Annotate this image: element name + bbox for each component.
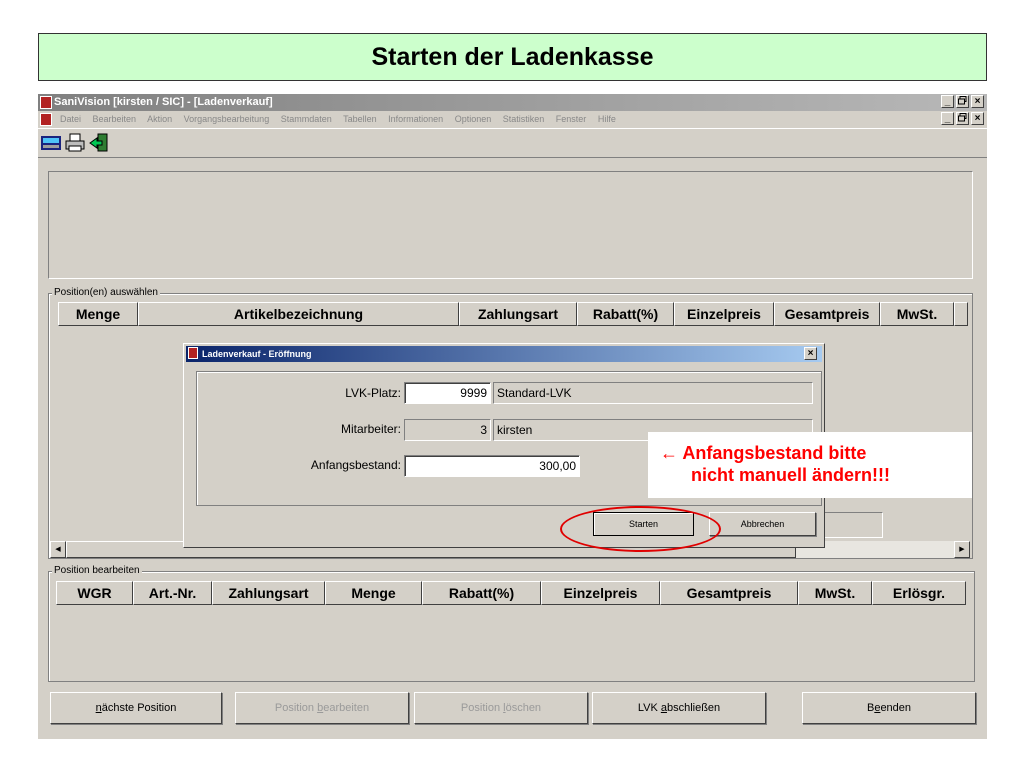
scroll-left-button[interactable]: ◀	[50, 541, 66, 558]
highlight-oval	[560, 506, 721, 552]
toolbar	[38, 128, 987, 158]
annotation-callout: ← Anfangsbestand bitte nicht manuell änd…	[648, 432, 972, 498]
employee-label: Mitarbeiter:	[340, 422, 401, 436]
menu-stammdaten[interactable]: Stammdaten	[281, 114, 332, 124]
window-title: SaniVision [kirsten / SIC] - [Ladenverka…	[54, 96, 273, 108]
col-gesamtpreis[interactable]: Gesamtpreis	[774, 302, 880, 326]
col-zahlungsart-edit[interactable]: Zahlungsart	[212, 581, 325, 605]
scroll-right-button[interactable]: ▶	[954, 541, 970, 558]
menu-statistiken[interactable]: Statistiken	[503, 114, 545, 124]
doc-close-button[interactable]: ×	[971, 112, 984, 125]
menu-vorgangsbearbeitung[interactable]: Vorgangsbearbeitung	[184, 114, 270, 124]
cancel-button[interactable]: Abbrechen	[709, 512, 816, 536]
col-rabatt-edit[interactable]: Rabatt(%)	[422, 581, 541, 605]
close-lvk-button[interactable]: LVK abschließen	[592, 692, 766, 724]
print-button[interactable]	[64, 133, 86, 153]
dialog-titlebar[interactable]: Ladenverkauf - Eröffnung	[186, 346, 822, 362]
dialog-close-button[interactable]: ×	[804, 347, 817, 360]
app-window: SaniVision [kirsten / SIC] - [Ladenverka…	[38, 94, 987, 739]
opening-balance-label: Anfangsbestand:	[310, 458, 401, 472]
lvk-name-field: Standard-LVK	[493, 382, 813, 404]
menu-informationen[interactable]: Informationen	[388, 114, 443, 124]
delete-position-button[interactable]: Position löschen	[414, 692, 588, 724]
col-menge[interactable]: Menge	[58, 302, 138, 326]
window-titlebar[interactable]: SaniVision [kirsten / SIC] - [Ladenverka…	[38, 94, 987, 111]
col-menge-edit[interactable]: Menge	[325, 581, 422, 605]
employee-number-field: 3	[404, 419, 491, 441]
register-icon	[41, 136, 61, 150]
doc-minimize-button[interactable]: _	[941, 112, 954, 125]
col-artikelbezeichnung[interactable]: Artikelbezeichnung	[138, 302, 459, 326]
restore-button[interactable]	[956, 95, 969, 108]
position-edit-legend: Position bearbeiten	[52, 565, 142, 577]
lvk-number-field[interactable]: 9999	[404, 382, 491, 404]
menu-bar: Datei Bearbeiten Aktion Vorgangsbearbeit…	[38, 111, 987, 128]
menu-hilfe[interactable]: Hilfe	[598, 114, 616, 124]
edit-position-button[interactable]: Position bearbeiten	[235, 692, 409, 724]
close-button[interactable]: ×	[971, 95, 984, 108]
next-position-button[interactable]: nächste Position	[50, 692, 222, 724]
menu-aktion[interactable]: Aktion	[147, 114, 172, 124]
restore-icon	[958, 96, 967, 105]
printer-icon	[65, 133, 85, 152]
menu-fenster[interactable]: Fenster	[556, 114, 587, 124]
exit-door-icon	[89, 133, 108, 152]
minimize-button[interactable]: _	[941, 95, 954, 108]
col-wgr[interactable]: WGR	[56, 581, 133, 605]
info-panel	[48, 171, 973, 279]
doc-restore-button[interactable]	[956, 112, 969, 125]
col-gesamtpreis-edit[interactable]: Gesamtpreis	[660, 581, 798, 605]
position-select-legend: Position(en) auswählen	[52, 287, 160, 299]
annotation-line-2: nicht manuell ändern!!!	[691, 465, 891, 485]
menu-tabellen[interactable]: Tabellen	[343, 114, 377, 124]
opening-balance-field[interactable]: 300,00	[404, 455, 580, 477]
menu-datei[interactable]: Datei	[60, 114, 81, 124]
lvk-label: LVK-Platz:	[345, 386, 401, 400]
restore-icon	[958, 113, 967, 122]
app-icon	[40, 96, 52, 109]
col-zahlungsart[interactable]: Zahlungsart	[459, 302, 577, 326]
col-mwst-edit[interactable]: MwSt.	[798, 581, 872, 605]
register-button[interactable]	[40, 133, 62, 153]
col-erloesgr[interactable]: Erlösgr.	[872, 581, 966, 605]
col-rabatt[interactable]: Rabatt(%)	[577, 302, 674, 326]
col-einzelpreis[interactable]: Einzelpreis	[674, 302, 774, 326]
col-mwst[interactable]: MwSt.	[880, 302, 954, 326]
quit-button[interactable]: Beenden	[802, 692, 976, 724]
slide-title: Starten der Ladenkasse	[38, 33, 987, 81]
dialog-app-icon	[188, 347, 198, 359]
col-extra[interactable]	[954, 302, 968, 326]
doc-icon	[40, 113, 52, 126]
dialog-title: Ladenverkauf - Eröffnung	[202, 349, 312, 359]
col-artnr[interactable]: Art.-Nr.	[133, 581, 212, 605]
annotation-line-1: ← Anfangsbestand bitte	[660, 443, 867, 463]
exit-button[interactable]	[88, 133, 110, 153]
menu-bearbeiten[interactable]: Bearbeiten	[93, 114, 137, 124]
menu-optionen[interactable]: Optionen	[455, 114, 492, 124]
col-einzelpreis-edit[interactable]: Einzelpreis	[541, 581, 660, 605]
